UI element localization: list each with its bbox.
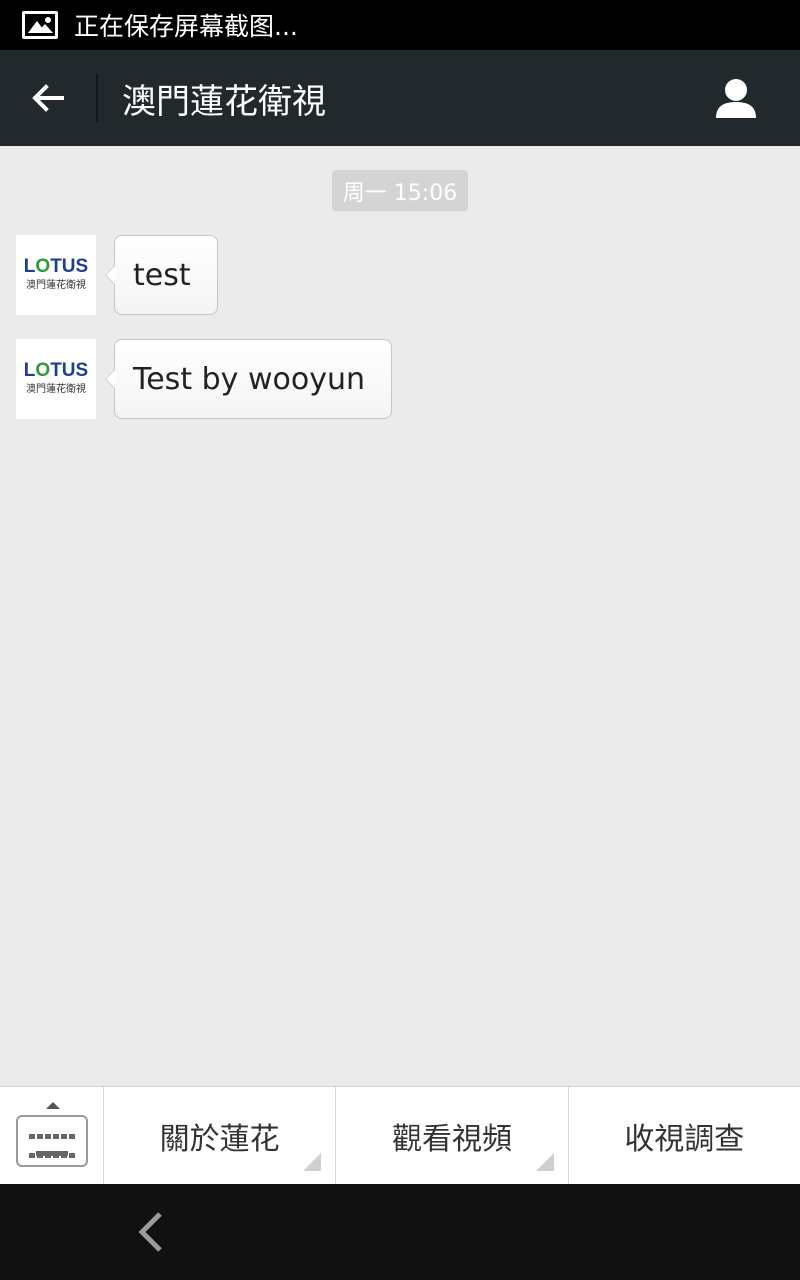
image-icon	[22, 11, 58, 39]
keyboard-toggle-button[interactable]	[0, 1087, 104, 1185]
status-text: 正在保存屏幕截图...	[74, 12, 298, 41]
person-icon	[716, 79, 756, 118]
bottom-menu: 關於蓮花 觀看視頻 收視調查	[0, 1086, 800, 1185]
message-timestamp: 周一 15:06	[332, 170, 468, 211]
logo-subtitle: 澳門蓮花衛視	[26, 384, 86, 395]
keyboard-icon	[15, 1115, 88, 1167]
message-bubble[interactable]: Test by wooyun	[105, 339, 392, 419]
system-nav-bar	[0, 1184, 800, 1280]
menu-item-label: 觀看視頻	[391, 1122, 512, 1157]
header-divider	[96, 74, 98, 122]
chat-header: 澳門蓮花衛視	[0, 50, 800, 146]
status-bar: 正在保存屏幕截图...	[0, 0, 800, 50]
back-button[interactable]	[0, 50, 96, 146]
avatar[interactable]: LOTUS 澳門蓮花衛視	[16, 235, 96, 315]
chat-area[interactable]: 周一 15:06 LOTUS 澳門蓮花衛視 test LOTUS 澳門蓮花衛視 …	[0, 146, 800, 1086]
menu-item-label: 關於蓮花	[159, 1122, 280, 1157]
arrow-left-icon	[32, 84, 64, 112]
message-bubble[interactable]: test	[105, 235, 218, 315]
chevron-left-icon[interactable]	[128, 1208, 176, 1256]
menu-item-about-lotus[interactable]: 關於蓮花	[104, 1087, 337, 1185]
submenu-indicator-icon	[535, 1153, 554, 1171]
menu-item-label: 收視調查	[624, 1122, 745, 1157]
lotus-logo: LOTUS	[23, 360, 89, 381]
message-row: LOTUS 澳門蓮花衛視 Test by wooyun	[16, 339, 392, 419]
logo-subtitle: 澳門蓮花衛視	[26, 280, 86, 291]
profile-button[interactable]	[688, 50, 784, 146]
lotus-logo: LOTUS	[23, 256, 89, 277]
avatar[interactable]: LOTUS 澳門蓮花衛視	[16, 339, 96, 419]
submenu-indicator-icon	[303, 1153, 322, 1171]
menu-item-viewer-survey[interactable]: 收視調查	[569, 1087, 800, 1185]
message-row: LOTUS 澳門蓮花衛視 test	[16, 235, 218, 315]
menu-item-watch-video[interactable]: 觀看視頻	[336, 1087, 569, 1185]
caret-up-icon	[46, 1102, 60, 1109]
page-title: 澳門蓮花衛視	[122, 81, 326, 122]
